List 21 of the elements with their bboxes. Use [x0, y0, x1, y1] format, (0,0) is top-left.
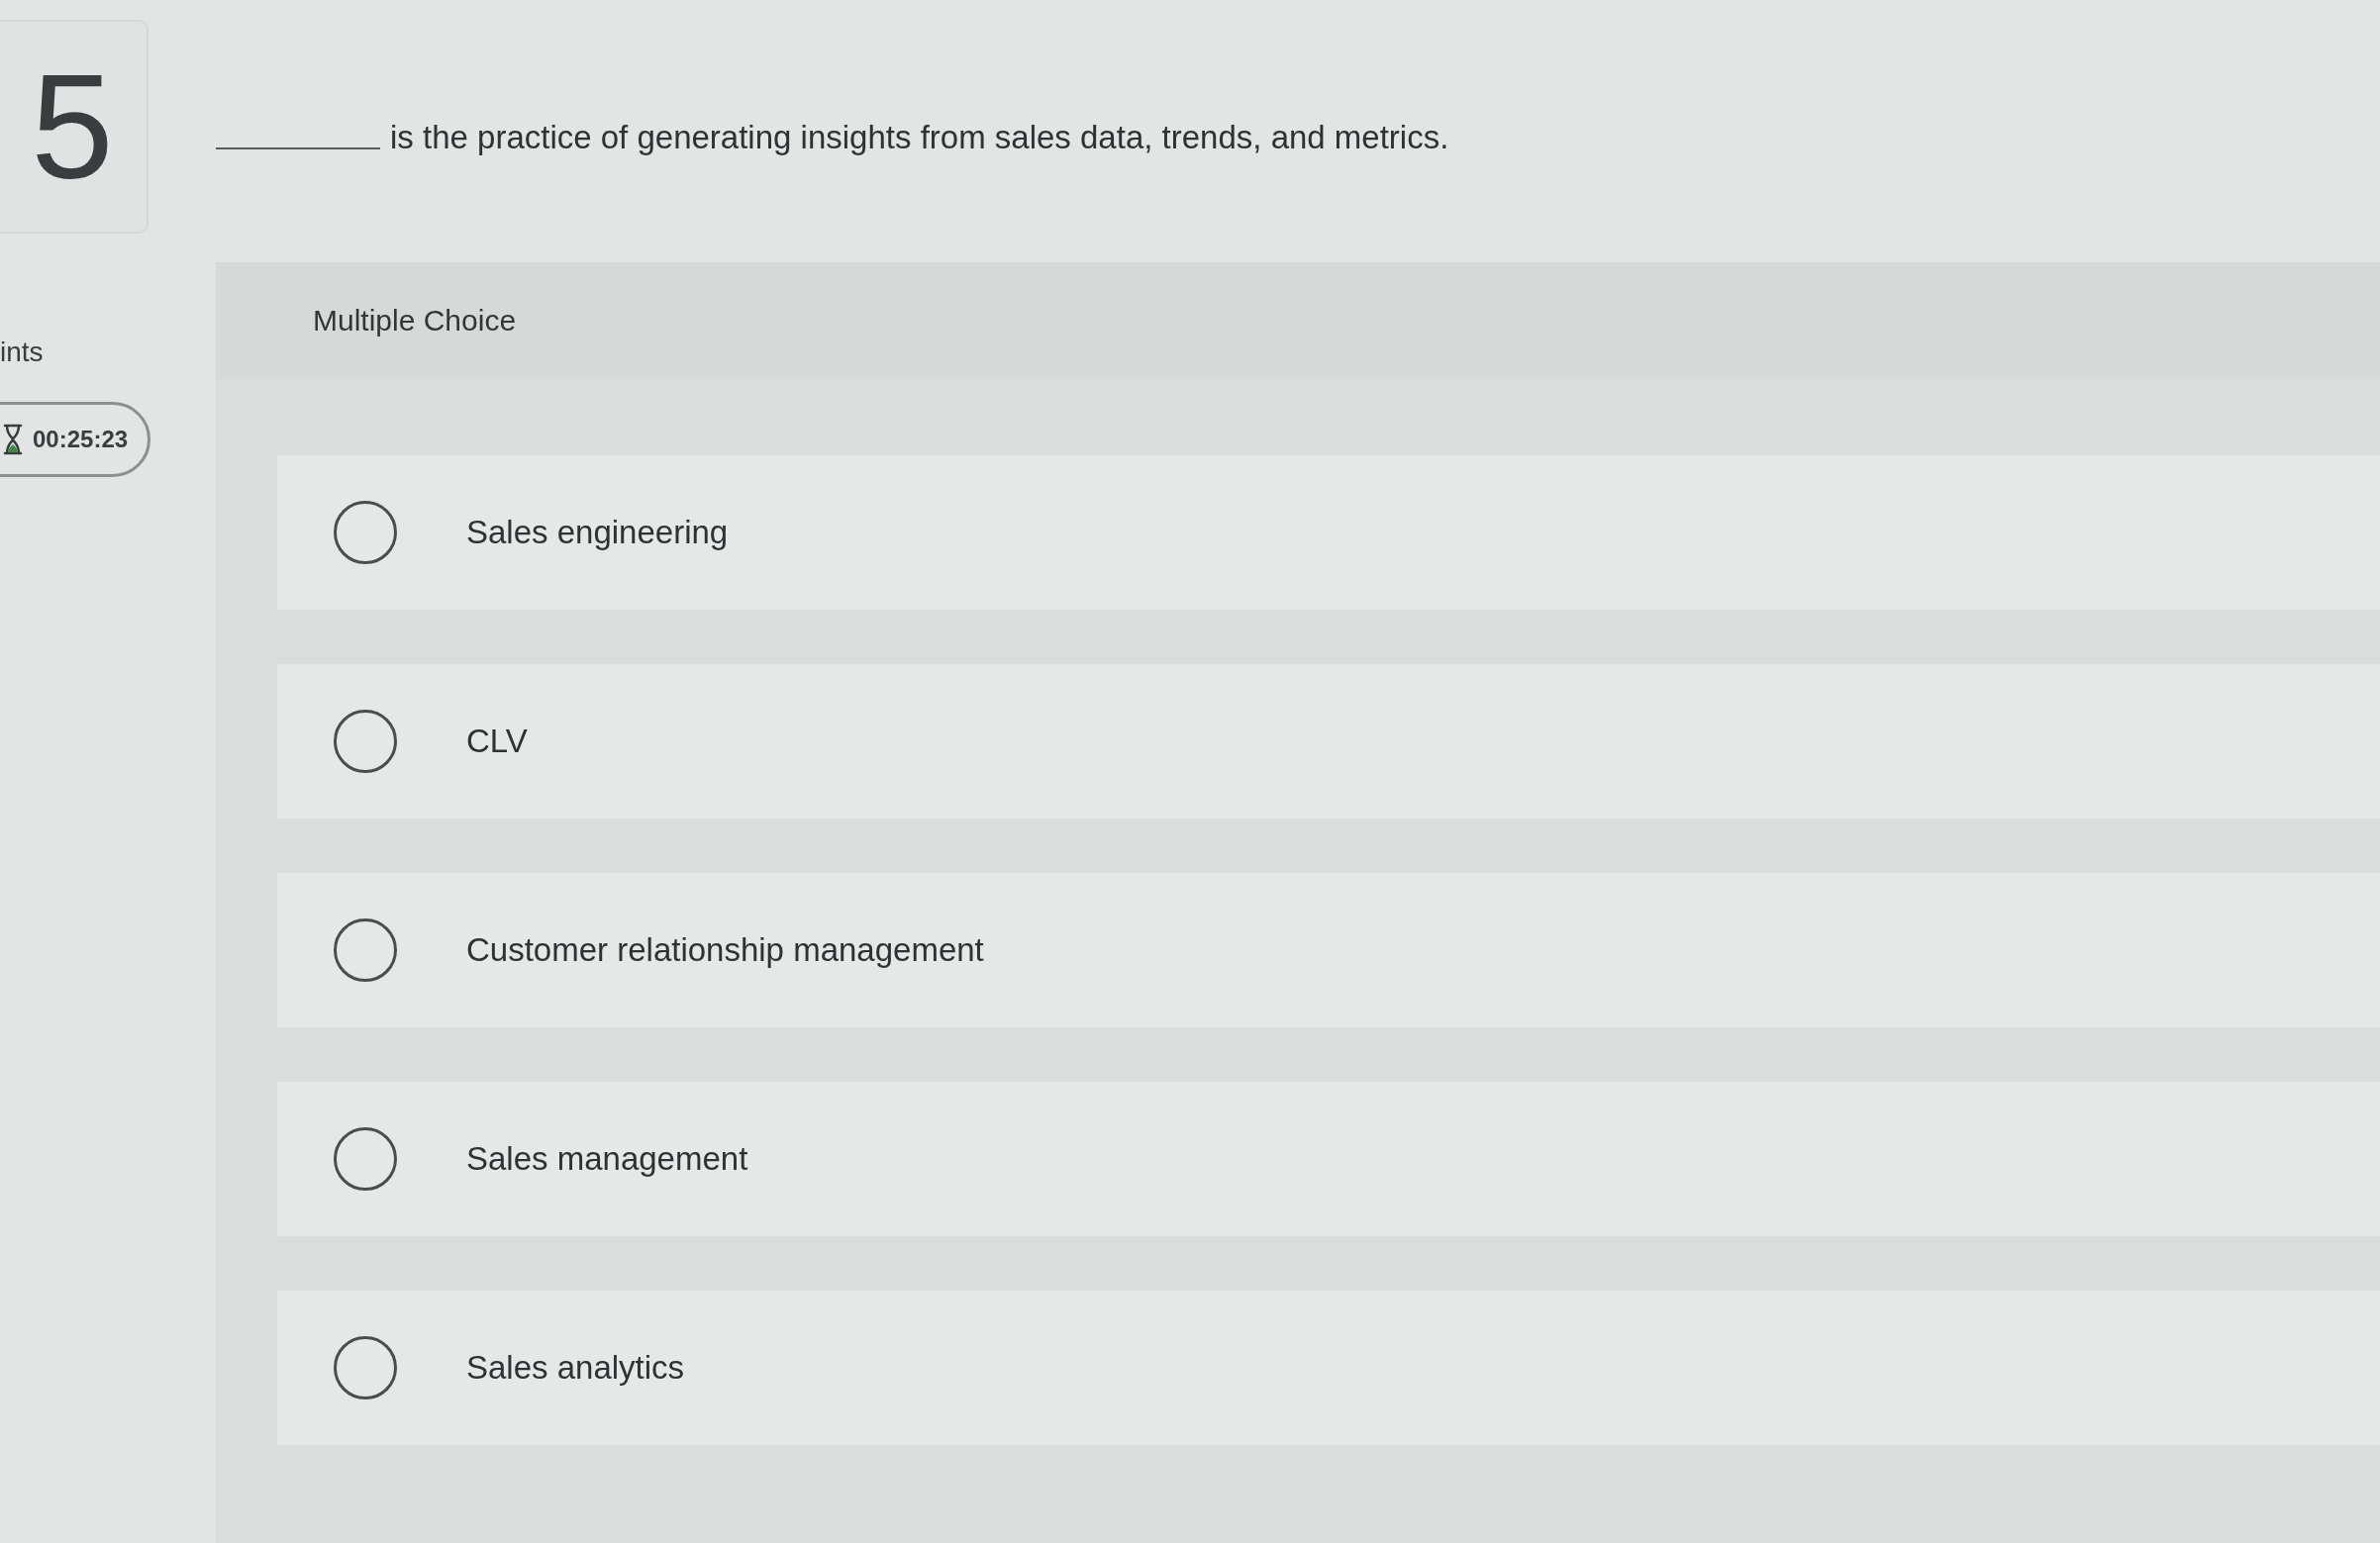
option-label: CLV [466, 723, 528, 760]
option-label: Sales analytics [466, 1349, 685, 1387]
question-text: is the practice of generating insights from sales data, trends, and metrics. [390, 118, 1449, 157]
option-label: Customer relationship management [466, 931, 984, 969]
radio-button[interactable] [334, 501, 397, 564]
radio-button[interactable] [334, 918, 397, 982]
radio-button[interactable] [334, 710, 397, 773]
answer-option[interactable]: Customer relationship management [277, 873, 2380, 1027]
question-type-label: Multiple Choice [313, 304, 517, 338]
hourglass-icon [3, 424, 23, 455]
option-label: Sales management [466, 1140, 748, 1178]
answer-option[interactable]: CLV [277, 664, 2380, 819]
radio-button[interactable] [334, 1127, 397, 1191]
option-label: Sales engineering [466, 514, 729, 551]
question-number: 5 [31, 52, 114, 201]
radio-button[interactable] [334, 1336, 397, 1399]
points-label: ints [0, 337, 44, 368]
answer-option[interactable]: Sales analytics [277, 1291, 2380, 1445]
answer-option[interactable]: Sales engineering [277, 455, 2380, 610]
answer-option[interactable]: Sales management [277, 1082, 2380, 1236]
timer-text: 00:25:23 [33, 426, 129, 453]
